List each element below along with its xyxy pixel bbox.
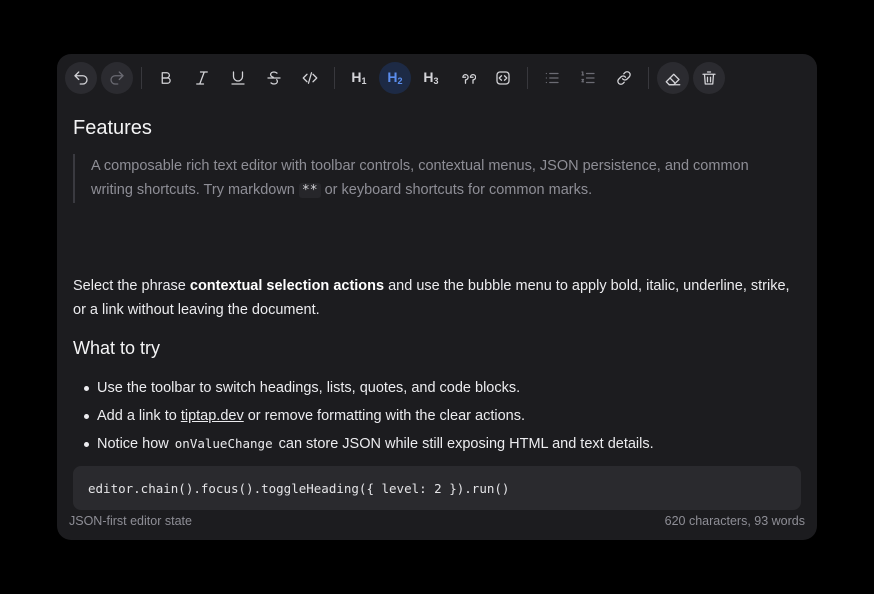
editor-footer: JSON-first editor state 620 characters, … xyxy=(69,514,805,528)
link-button[interactable] xyxy=(608,62,640,94)
heading-2-button[interactable]: H2 xyxy=(379,62,411,94)
italic-icon xyxy=(196,71,208,85)
clear-content-button[interactable] xyxy=(693,62,725,94)
heading-1-button[interactable]: H1 xyxy=(343,62,375,94)
link-icon xyxy=(617,71,631,85)
list-item[interactable]: Notice how onValueChange can store JSON … xyxy=(73,430,793,458)
heading-2-icon: H2 xyxy=(387,69,403,86)
toolbar-divider xyxy=(648,67,649,89)
bold-icon xyxy=(161,72,171,84)
quote-code: ** xyxy=(298,183,321,198)
heading-features[interactable]: Features xyxy=(73,112,152,144)
heading-1-icon: H1 xyxy=(351,69,367,86)
heading-3-button[interactable]: H3 xyxy=(415,62,447,94)
ordered-list-icon xyxy=(581,71,595,84)
eraser-icon xyxy=(665,73,681,86)
undo-icon xyxy=(74,71,88,85)
quote-text-end: or keyboard shortcuts for common marks. xyxy=(320,182,593,198)
tiptap-link[interactable]: tiptap.dev xyxy=(181,408,244,424)
underline-icon xyxy=(231,71,245,85)
italic-button[interactable] xyxy=(186,62,218,94)
code-block-icon xyxy=(496,71,510,85)
code-block-button[interactable] xyxy=(487,62,519,94)
toolbar-divider xyxy=(527,67,528,89)
code-block-text: editor.chain().focus().toggleHeading({ l… xyxy=(88,480,510,496)
bullet-list-button[interactable] xyxy=(536,62,568,94)
redo-icon xyxy=(110,71,124,85)
clear-formatting-button[interactable] xyxy=(657,62,689,94)
list-item-text-end: can store JSON while still exposing HTML… xyxy=(274,436,654,452)
list-item[interactable]: Add a link to tiptap.dev or remove forma… xyxy=(73,402,793,430)
inline-code-button[interactable] xyxy=(294,62,326,94)
bullet-list: Use the toolbar to switch headings, list… xyxy=(73,374,793,458)
toolbar-divider xyxy=(334,67,335,89)
toolbar-divider xyxy=(141,67,142,89)
paragraph[interactable]: Select the phrase contextual selection a… xyxy=(73,274,793,322)
bold-button[interactable] xyxy=(150,62,182,94)
code-icon xyxy=(302,72,318,84)
strikethrough-button[interactable] xyxy=(258,62,290,94)
blockquote[interactable]: A composable rich text editor with toolb… xyxy=(73,154,791,203)
strikethrough-icon xyxy=(267,71,281,85)
bullet-list-icon xyxy=(545,72,559,84)
editor-state-label: JSON-first editor state xyxy=(69,514,192,528)
list-item-text: Use the toolbar to switch headings, list… xyxy=(97,380,521,396)
character-word-count: 620 characters, 93 words xyxy=(664,514,805,528)
bold-phrase: contextual selection actions xyxy=(189,278,385,294)
inline-code: onValueChange xyxy=(174,436,273,451)
list-item-text-end: or remove formatting with the clear acti… xyxy=(243,408,525,424)
trash-icon xyxy=(702,71,716,85)
editor-card: H1 H2 H3 Features A composable rich text… xyxy=(57,54,817,540)
quote-icon xyxy=(462,74,476,84)
heading-what-to-try[interactable]: What to try xyxy=(73,333,160,363)
heading-3-icon: H3 xyxy=(423,69,439,86)
undo-button[interactable] xyxy=(65,62,97,94)
list-item-text: Add a link to xyxy=(97,408,181,424)
blockquote-button[interactable] xyxy=(451,62,483,94)
paragraph-text: Select the phrase xyxy=(73,278,190,294)
editor-toolbar: H1 H2 H3 xyxy=(65,62,729,94)
redo-button[interactable] xyxy=(101,62,133,94)
ordered-list-button[interactable] xyxy=(572,62,604,94)
list-item-text: Notice how xyxy=(97,436,173,452)
code-block[interactable]: editor.chain().focus().toggleHeading({ l… xyxy=(73,466,801,510)
list-item[interactable]: Use the toolbar to switch headings, list… xyxy=(73,374,793,402)
underline-button[interactable] xyxy=(222,62,254,94)
